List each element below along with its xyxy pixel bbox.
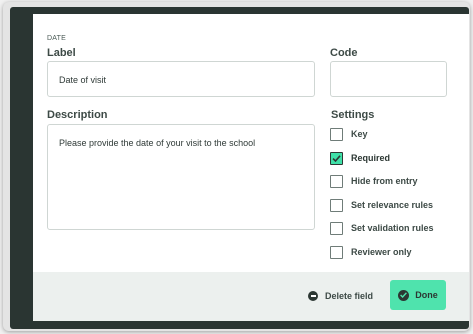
modal-backdrop: DATE Label Date of visit Code Descriptio… [10,7,469,329]
done-button[interactable]: Done [390,280,446,310]
dialog-footer: Delete field Done [33,272,469,321]
description-textarea[interactable]: Please provide the date of your visit to… [47,124,315,230]
checkmark-icon [332,154,341,162]
description-field-title: Description [47,109,108,121]
code-input[interactable] [330,61,447,97]
settings-title: Settings [331,109,375,121]
setting-reviewer-only[interactable]: Reviewer only [330,244,412,260]
relevance-rules-checkbox[interactable] [330,198,343,212]
relevance-rules-label: Set relevance rules [351,200,434,210]
edit-field-dialog: DATE Label Date of visit Code Descriptio… [33,14,469,321]
delete-field-button[interactable]: Delete field [308,287,373,305]
required-checkbox[interactable] [330,151,343,165]
code-field-title: Code [330,47,358,59]
setting-hide-from-entry[interactable]: Hide from entry [330,173,418,189]
field-type-label: DATE [47,35,66,42]
label-input-value: Date of visit [59,75,107,85]
setting-key[interactable]: Key [330,126,368,142]
setting-required[interactable]: Required [330,150,390,166]
delete-field-label: Delete field [325,291,374,301]
reviewer-only-label: Reviewer only [351,247,412,257]
required-label: Required [351,153,391,163]
minus-circle-icon [308,291,318,301]
key-label: Key [351,129,368,139]
window-frame: DATE Label Date of visit Code Descriptio… [3,2,470,331]
setting-relevance-rules[interactable]: Set relevance rules [330,197,433,213]
validation-rules-checkbox[interactable] [330,221,343,235]
reviewer-only-checkbox[interactable] [330,245,343,259]
setting-validation-rules[interactable]: Set validation rules [330,220,434,236]
check-circle-icon [398,289,410,301]
done-label: Done [415,290,438,300]
label-input[interactable]: Date of visit [47,61,315,97]
key-checkbox[interactable] [330,127,343,141]
validation-rules-label: Set validation rules [351,223,434,233]
label-field-title: Label [47,47,76,59]
hide-from-entry-checkbox[interactable] [330,174,343,188]
description-textarea-value: Please provide the date of your visit to… [59,138,256,148]
hide-from-entry-label: Hide from entry [351,176,418,186]
